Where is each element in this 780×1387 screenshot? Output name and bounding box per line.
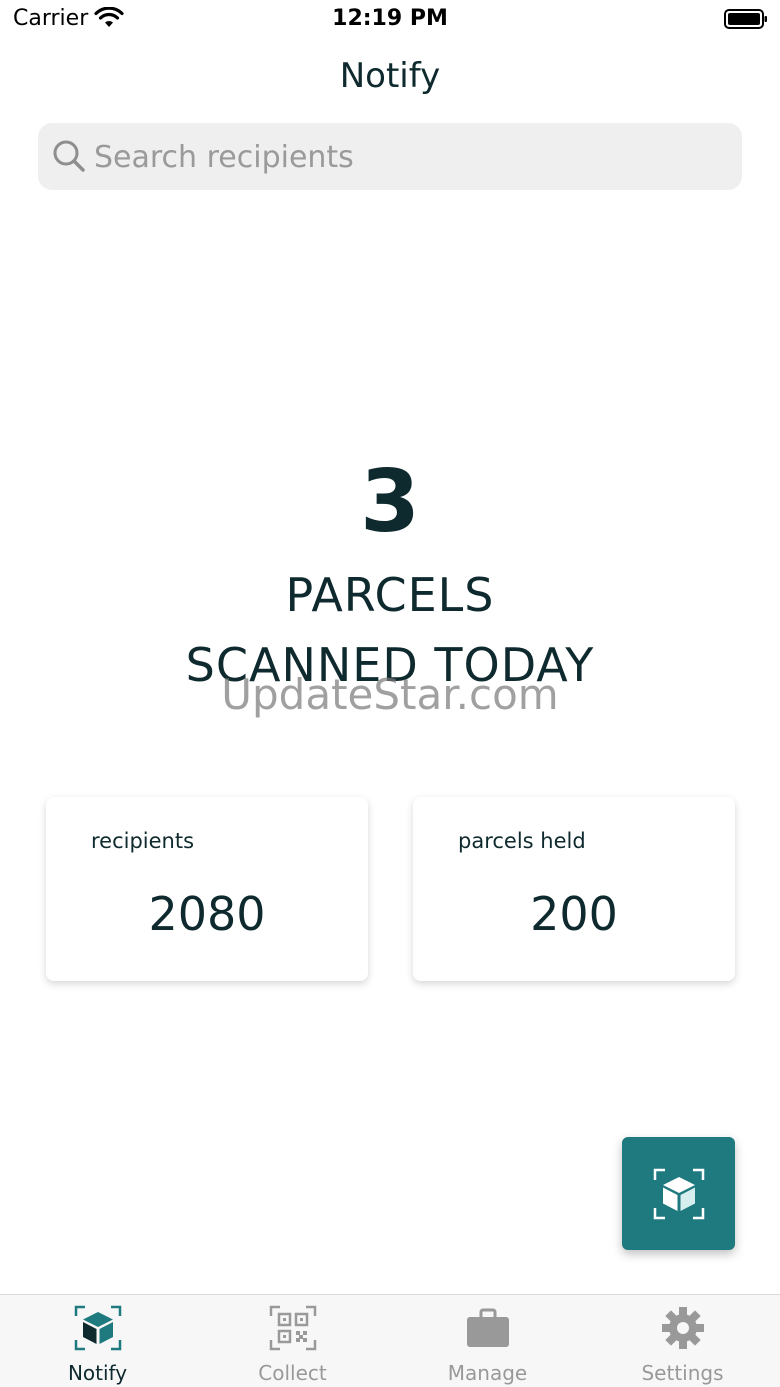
page-title: Notify [339, 56, 441, 96]
tab-notify[interactable]: Notify [0, 1295, 195, 1387]
scanned-count: 3 [360, 452, 420, 552]
tab-collect[interactable]: Collect [195, 1295, 390, 1387]
battery-icon [724, 9, 767, 29]
scan-parcel-button[interactable] [622, 1137, 735, 1250]
tab-settings[interactable]: Settings [585, 1295, 780, 1387]
recipients-card[interactable]: recipients 2080 [46, 797, 368, 981]
status-bar: Carrier 12:19 PM [0, 0, 780, 40]
tab-bar: Notify Collect Manage Settings [0, 1294, 780, 1387]
qr-code-icon [269, 1305, 317, 1351]
search-icon [53, 140, 85, 172]
watermark: UpdateStar.com [221, 670, 559, 719]
search-input[interactable] [94, 135, 714, 179]
stat-value: 200 [530, 887, 618, 941]
tab-label: Collect [258, 1361, 327, 1385]
gear-icon [662, 1307, 704, 1349]
tab-manage[interactable]: Manage [390, 1295, 585, 1387]
stat-label: parcels held [458, 829, 586, 853]
stat-value: 2080 [148, 887, 266, 941]
tab-label: Notify [67, 1361, 128, 1385]
tab-label: Settings [641, 1361, 724, 1385]
search-bar[interactable] [38, 123, 742, 190]
tab-label: Manage [447, 1361, 528, 1385]
notify-screen: Carrier 12:19 PM Notify 3 PARCELS SCANNE… [0, 0, 780, 1387]
parcels-held-card[interactable]: parcels held 200 [413, 797, 735, 981]
parcel-scan-icon [74, 1305, 122, 1351]
status-time: 12:19 PM [332, 6, 448, 31]
scan-parcel-icon [653, 1168, 704, 1219]
hero-line-parcels: PARCELS [285, 568, 495, 622]
stat-label: recipients [91, 829, 195, 853]
briefcase-icon [467, 1308, 509, 1347]
